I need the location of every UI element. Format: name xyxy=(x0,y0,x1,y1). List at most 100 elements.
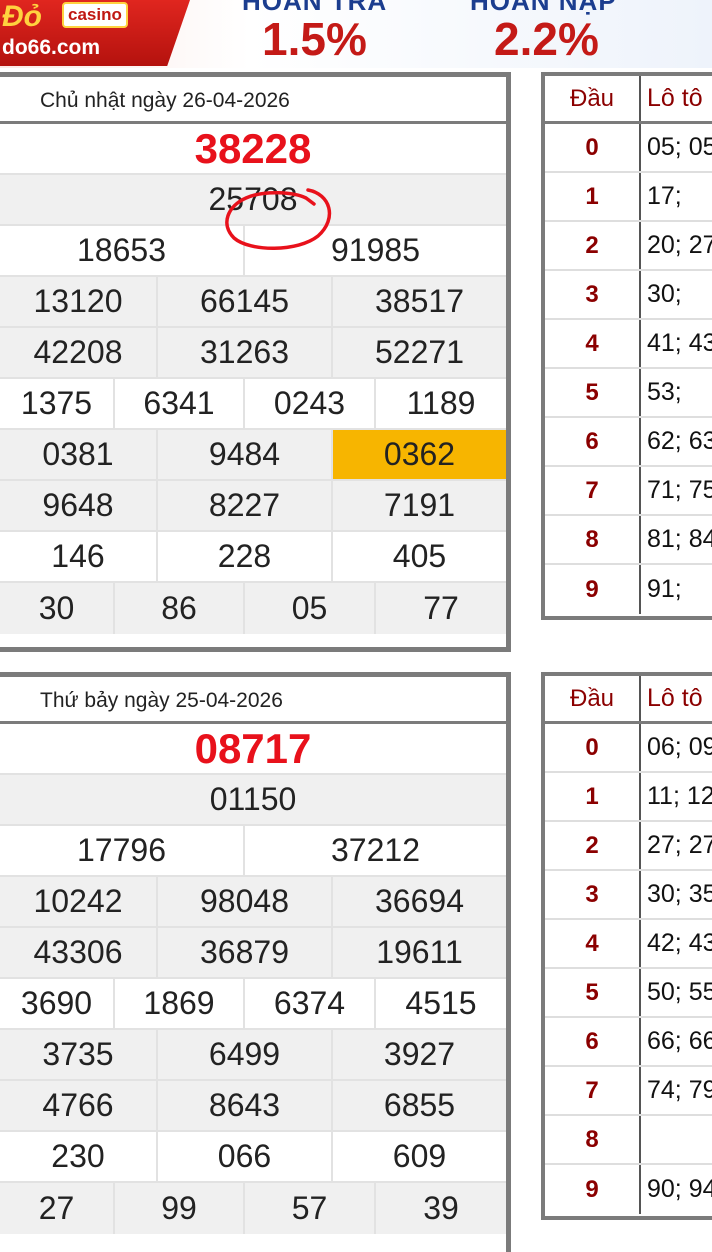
third-prize-row: 10242 98048 36694 xyxy=(0,877,506,928)
loto-values: 27; 27 xyxy=(647,831,712,859)
loto-values: 74; 79 xyxy=(647,1076,712,1104)
loto-head: 6 xyxy=(545,418,641,465)
loto-head: 9 xyxy=(545,565,641,614)
loto-row: 5 53; xyxy=(545,369,712,418)
loto-values: 42; 43 xyxy=(647,929,712,957)
loto-header: Đầu Lô tô xyxy=(545,76,712,124)
loto-row: 8 81; 84 xyxy=(545,516,712,565)
prize-number: 98048 xyxy=(158,877,333,926)
promo-banner[interactable]: Đỏ casino do66.com HOÀN TRẢ 1.5% HOÀN NẠ… xyxy=(0,0,712,68)
third-prize-row: 42208 31263 52271 xyxy=(0,328,506,379)
prize-number: 1375 xyxy=(0,379,115,428)
loto-values: 53; xyxy=(647,378,682,406)
loto-head: 9 xyxy=(545,1165,641,1214)
prize-number: 8643 xyxy=(158,1081,333,1130)
loto-row: 6 66; 66 xyxy=(545,1018,712,1067)
loto-row: 0 05; 05 xyxy=(545,124,712,173)
loto-head: 8 xyxy=(545,516,641,563)
loto-row: 3 30; xyxy=(545,271,712,320)
prize-number: 39 xyxy=(423,1190,459,1226)
loto-head: 0 xyxy=(545,124,641,171)
loto-head: 3 xyxy=(545,871,641,918)
loto-head: 1 xyxy=(545,773,641,820)
prize-number: 3690 xyxy=(0,979,115,1028)
loto-head: 7 xyxy=(545,1067,641,1114)
loto-row: 7 71; 75 xyxy=(545,467,712,516)
loto-row: 0 06; 09 xyxy=(545,724,712,773)
loto-head: 0 xyxy=(545,724,641,771)
loto-head: 5 xyxy=(545,369,641,416)
prize-number: 0243 xyxy=(245,379,376,428)
prize-number: 91985 xyxy=(331,232,420,268)
loto-values: 91; xyxy=(647,575,682,603)
loto-table-1: Đầu Lô tô 0 05; 05 1 17; 2 20; 27 3 30; 4 41;… xyxy=(541,72,712,620)
casino-logo[interactable]: Đỏ casino do66.com xyxy=(0,0,190,66)
loto-values: 62; 63 xyxy=(647,427,712,455)
prize-number: 13120 xyxy=(0,277,158,326)
head-column-label: Đầu xyxy=(545,676,641,721)
prize-number: 1189 xyxy=(406,385,476,421)
loto-head: 6 xyxy=(545,1018,641,1065)
loto-row: 6 62; 63 xyxy=(545,418,712,467)
prize-number: 38517 xyxy=(375,283,464,319)
prize-number: 66145 xyxy=(158,277,333,326)
loto-values: 81; 84 xyxy=(647,525,712,553)
loto-values: 30; xyxy=(647,280,682,308)
loto-head: 4 xyxy=(545,920,641,967)
fifth-prize-row: 4766 8643 6855 xyxy=(0,1081,506,1132)
promo2-value: 2.2% xyxy=(494,13,599,65)
loto-column-label: Lô tô xyxy=(647,684,703,712)
loto-row: 2 20; 27 xyxy=(545,222,712,271)
second-prize-row: 18653 91985 xyxy=(0,226,506,277)
draw-date: Thứ bảy ngày 25-04-2026 xyxy=(0,677,506,724)
loto-values: 05; 05 xyxy=(647,133,712,161)
prize-number: 230 xyxy=(0,1132,158,1181)
prize-number: 52271 xyxy=(375,334,464,370)
loto-values: 30; 35 xyxy=(647,880,712,908)
loto-row: 1 17; xyxy=(545,173,712,222)
loto-values: 90; 94 xyxy=(647,1175,712,1203)
first-prize-row: 01150 xyxy=(0,775,506,826)
prize-number: 6499 xyxy=(158,1030,333,1079)
prize-number: 6374 xyxy=(245,979,376,1028)
loto-row: 3 30; 35 xyxy=(545,871,712,920)
loto-head: 2 xyxy=(545,822,641,869)
prize-number: 0381 xyxy=(0,430,158,479)
loto-values: 41; 43 xyxy=(647,329,712,357)
prize-number: 1869 xyxy=(115,979,245,1028)
loto-row: 4 42; 43 xyxy=(545,920,712,969)
loto-row: 8 xyxy=(545,1116,712,1165)
prize-number: 7191 xyxy=(383,487,456,523)
prize-number: 6341 xyxy=(115,379,245,428)
prize-number: 9648 xyxy=(0,481,158,530)
result-table-2: Thứ bảy ngày 25-04-2026 08717 01150 1779… xyxy=(0,672,511,1252)
head-column-label: Đầu xyxy=(545,76,641,121)
result-table-1: Chủ nhật ngày 26-04-2026 38228 25708 186… xyxy=(0,72,511,652)
loto-row: 7 74; 79 xyxy=(545,1067,712,1116)
domain-text: do66.com xyxy=(2,36,101,59)
loto-head: 7 xyxy=(545,467,641,514)
prize-number: 9484 xyxy=(158,430,333,479)
prize-number: 30 xyxy=(0,583,115,634)
prize-number: 146 xyxy=(0,532,158,581)
casino-text: casino xyxy=(62,2,128,28)
loto-head: 8 xyxy=(545,1116,641,1163)
loto-row: 5 50; 55 xyxy=(545,969,712,1018)
prize-number: 05 xyxy=(245,583,376,634)
loto-values: 71; 75 xyxy=(647,476,712,504)
prize-number: 31263 xyxy=(158,328,333,377)
prize-number: 17796 xyxy=(0,826,245,875)
first-prize: 25708 xyxy=(208,181,298,217)
prize-number: 3735 xyxy=(0,1030,158,1079)
special-prize-row: 38228 xyxy=(0,124,506,175)
promo1-value: 1.5% xyxy=(262,13,367,65)
prize-number: 42208 xyxy=(0,328,158,377)
third-prize-row: 43306 36879 19611 xyxy=(0,928,506,979)
loto-head: 1 xyxy=(545,173,641,220)
loto-head: 5 xyxy=(545,969,641,1016)
third-prize-row: 13120 66145 38517 xyxy=(0,277,506,328)
loto-values: 20; 27 xyxy=(647,231,712,259)
loto-values xyxy=(641,1116,712,1163)
loto-column-label: Lô tô xyxy=(647,84,703,112)
fourth-prize-row: 1375 6341 0243 1189 xyxy=(0,379,506,430)
